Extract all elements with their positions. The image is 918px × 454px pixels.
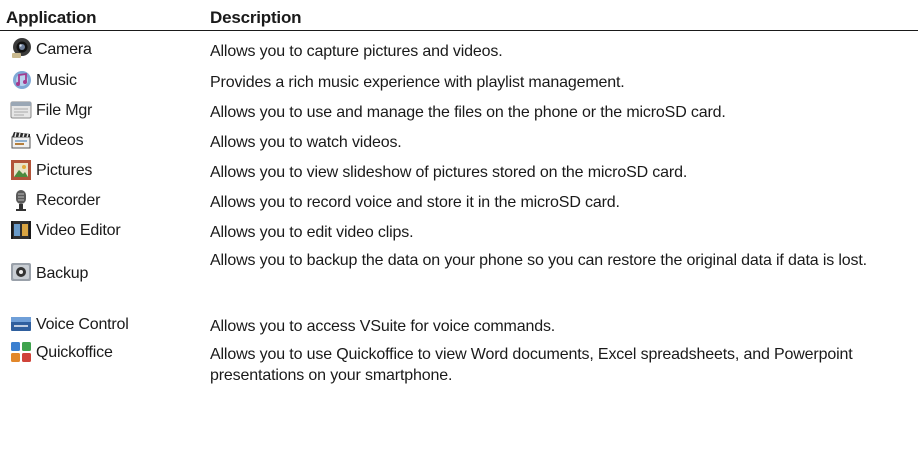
videos-icon [11, 132, 31, 149]
recorder-icon [16, 190, 26, 211]
table-row: Videos Allows you to watch videos. [0, 125, 918, 155]
camera-icon [12, 38, 31, 58]
app-description: Allows you to backup the data on your ph… [210, 252, 867, 269]
backup-icon [11, 263, 31, 281]
app-description: Allows you to record voice and store it … [210, 194, 620, 211]
app-name: Backup [36, 265, 89, 282]
app-name: Video Editor [36, 222, 121, 239]
voice-control-icon [11, 317, 31, 331]
table-row: Quickoffice Allows you to use Quickoffic… [0, 339, 918, 394]
music-icon [13, 71, 31, 89]
app-description: Allows you to access VSuite for voice co… [210, 318, 556, 335]
app-name: Videos [36, 132, 84, 149]
app-description: Allows you to capture pictures and video… [210, 43, 503, 60]
table-row: Voice Control Allows you to access VSuit… [0, 309, 918, 339]
app-name: Camera [36, 41, 92, 58]
app-description: Allows you to watch videos. [210, 134, 402, 151]
table-row: File Mgr Allows you to use and manage th… [0, 95, 918, 125]
table-row: Backup Allows you to backup the data on … [0, 245, 918, 298]
app-description: Allows you to use and manage the files o… [210, 104, 726, 121]
app-name: Music [36, 72, 77, 89]
table-header: Application Description [0, 6, 918, 31]
table-row: Camera Allows you to capture pictures an… [0, 35, 918, 65]
video-editor-icon [11, 221, 31, 239]
table-row: Recorder Allows you to record voice and … [0, 185, 918, 215]
app-name: Recorder [36, 192, 101, 209]
table-row: Video Editor Allows you to edit video cl… [0, 215, 918, 245]
app-name: File Mgr [36, 102, 93, 119]
app-name: Pictures [36, 162, 93, 179]
header-description: Description [210, 8, 302, 27]
header-application: Application [6, 8, 97, 27]
table-row: Pictures Allows you to view slideshow of… [0, 155, 918, 185]
pictures-icon [11, 160, 31, 180]
app-description: Allows you to view slideshow of pictures… [210, 164, 688, 181]
app-description: Allows you to edit video clips. [210, 224, 414, 241]
app-description: Allows you to use Quickoffice to view Wo… [210, 346, 853, 384]
app-name: Voice Control [36, 316, 129, 333]
table-row: Music Provides a rich music experience w… [0, 65, 918, 95]
quickoffice-icon [11, 342, 31, 362]
app-description: Provides a rich music experience with pl… [210, 74, 625, 91]
file-manager-icon [10, 101, 32, 119]
app-name: Quickoffice [36, 344, 113, 361]
